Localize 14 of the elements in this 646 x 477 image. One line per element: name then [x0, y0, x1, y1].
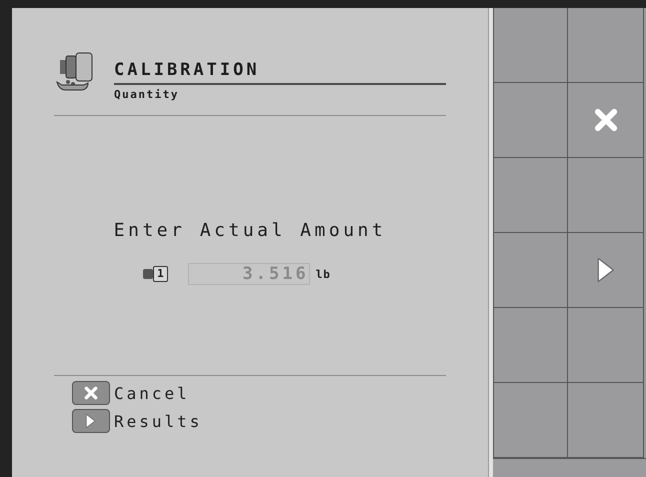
screen-subtitle: Quantity — [114, 87, 180, 101]
softkey[interactable] — [568, 83, 644, 158]
screen-title: CALIBRATION — [114, 52, 446, 85]
softkey[interactable] — [568, 233, 644, 308]
play-icon — [85, 413, 97, 429]
prompt-text: Enter Actual Amount — [112, 220, 388, 241]
legend-label: Results — [114, 412, 202, 430]
unit-label: lb — [316, 268, 331, 280]
play-icon — [596, 256, 616, 284]
meter-number: 1 — [153, 266, 168, 282]
legend-label: Cancel — [114, 384, 190, 402]
amount-field[interactable]: 3.516 — [188, 263, 310, 285]
close-icon — [83, 385, 99, 401]
meter-icon — [143, 268, 154, 280]
